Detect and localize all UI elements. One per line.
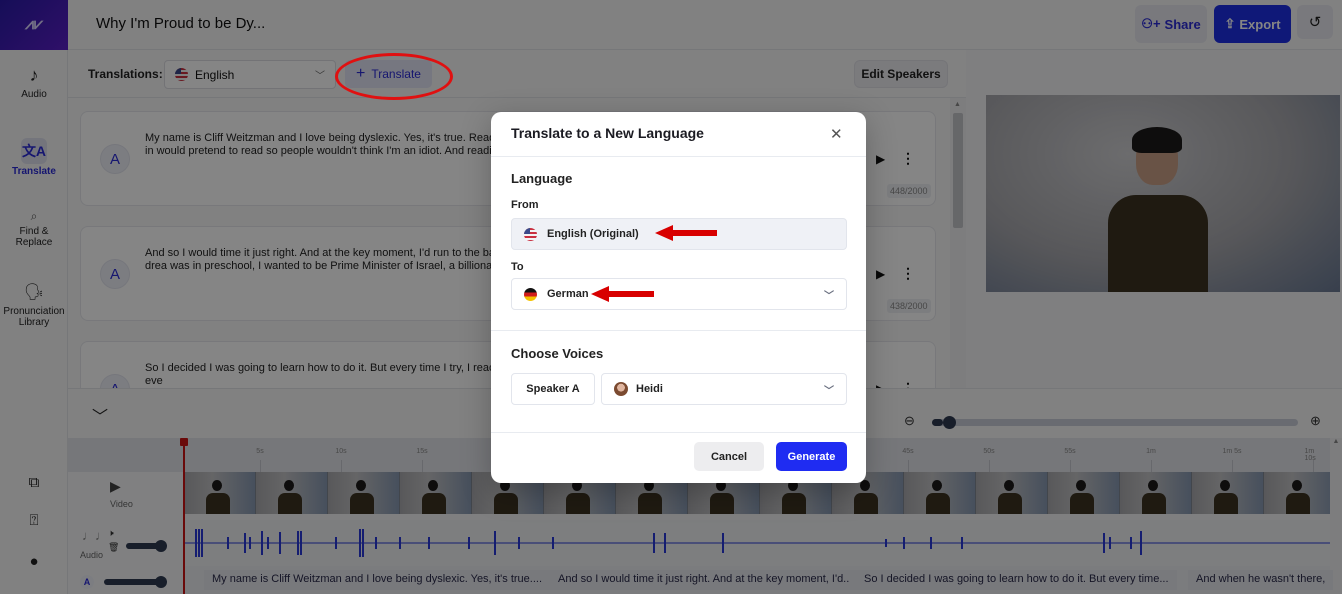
voices-section-title: Choose Voices bbox=[511, 346, 604, 361]
chevron-down-icon: ﹀ bbox=[824, 385, 834, 397]
voice-select[interactable]: Heidi ﹀ bbox=[601, 373, 847, 405]
divider bbox=[491, 156, 866, 157]
to-language-value: German bbox=[547, 288, 589, 300]
voice-avatar bbox=[614, 382, 628, 396]
german-flag-icon bbox=[524, 287, 537, 301]
close-icon[interactable]: ✕ bbox=[830, 125, 843, 143]
from-language-value: English (Original) bbox=[547, 228, 639, 240]
speaker-label-box: Speaker A bbox=[511, 373, 595, 405]
annotation-arrow bbox=[591, 286, 654, 302]
voice-value: Heidi bbox=[636, 383, 663, 395]
to-label: To bbox=[511, 261, 524, 273]
us-flag-icon bbox=[524, 227, 537, 241]
from-label: From bbox=[511, 199, 539, 211]
divider bbox=[491, 330, 866, 331]
generate-button[interactable]: Generate bbox=[776, 442, 847, 471]
divider bbox=[491, 432, 866, 433]
language-section-title: Language bbox=[511, 171, 573, 186]
chevron-down-icon: ﹀ bbox=[824, 290, 834, 302]
to-language-select[interactable]: German ﹀ bbox=[511, 278, 847, 310]
cancel-button[interactable]: Cancel bbox=[694, 442, 764, 471]
modal-title: Translate to a New Language bbox=[511, 125, 704, 141]
annotation-arrow bbox=[655, 225, 717, 241]
translate-modal: Translate to a New Language ✕ Language F… bbox=[491, 112, 866, 483]
